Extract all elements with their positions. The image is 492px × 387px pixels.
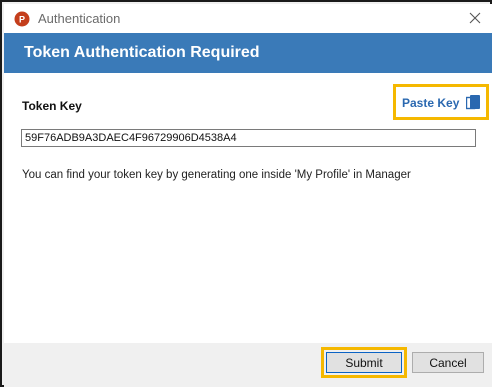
- close-button[interactable]: [464, 8, 486, 28]
- paste-key-button[interactable]: Paste Key: [402, 95, 481, 111]
- powerpoint-icon: P: [14, 11, 30, 27]
- header-band: Token Authentication Required: [4, 33, 492, 73]
- token-key-label: Token Key: [22, 99, 82, 113]
- paste-key-highlight: Paste Key: [393, 84, 489, 120]
- svg-text:P: P: [19, 15, 25, 25]
- help-text: You can find your token key by generatin…: [22, 169, 411, 181]
- clipboard-icon: [466, 95, 481, 110]
- dialog-content: Token Key Paste Key You can find your to…: [4, 73, 492, 343]
- token-key-input[interactable]: [21, 129, 476, 147]
- title-bar: P Authentication: [4, 4, 492, 33]
- dialog-heading: Token Authentication Required: [24, 44, 260, 61]
- cancel-button[interactable]: Cancel: [412, 352, 484, 373]
- submit-button[interactable]: Submit: [326, 352, 402, 373]
- window-title: Authentication: [38, 11, 121, 26]
- paste-key-label: Paste Key: [402, 96, 460, 110]
- submit-highlight: Submit: [321, 347, 407, 378]
- button-bar: Submit Cancel: [4, 343, 492, 387]
- dialog-window: P Authentication Token Authentication Re…: [0, 0, 492, 387]
- close-icon: [469, 12, 481, 24]
